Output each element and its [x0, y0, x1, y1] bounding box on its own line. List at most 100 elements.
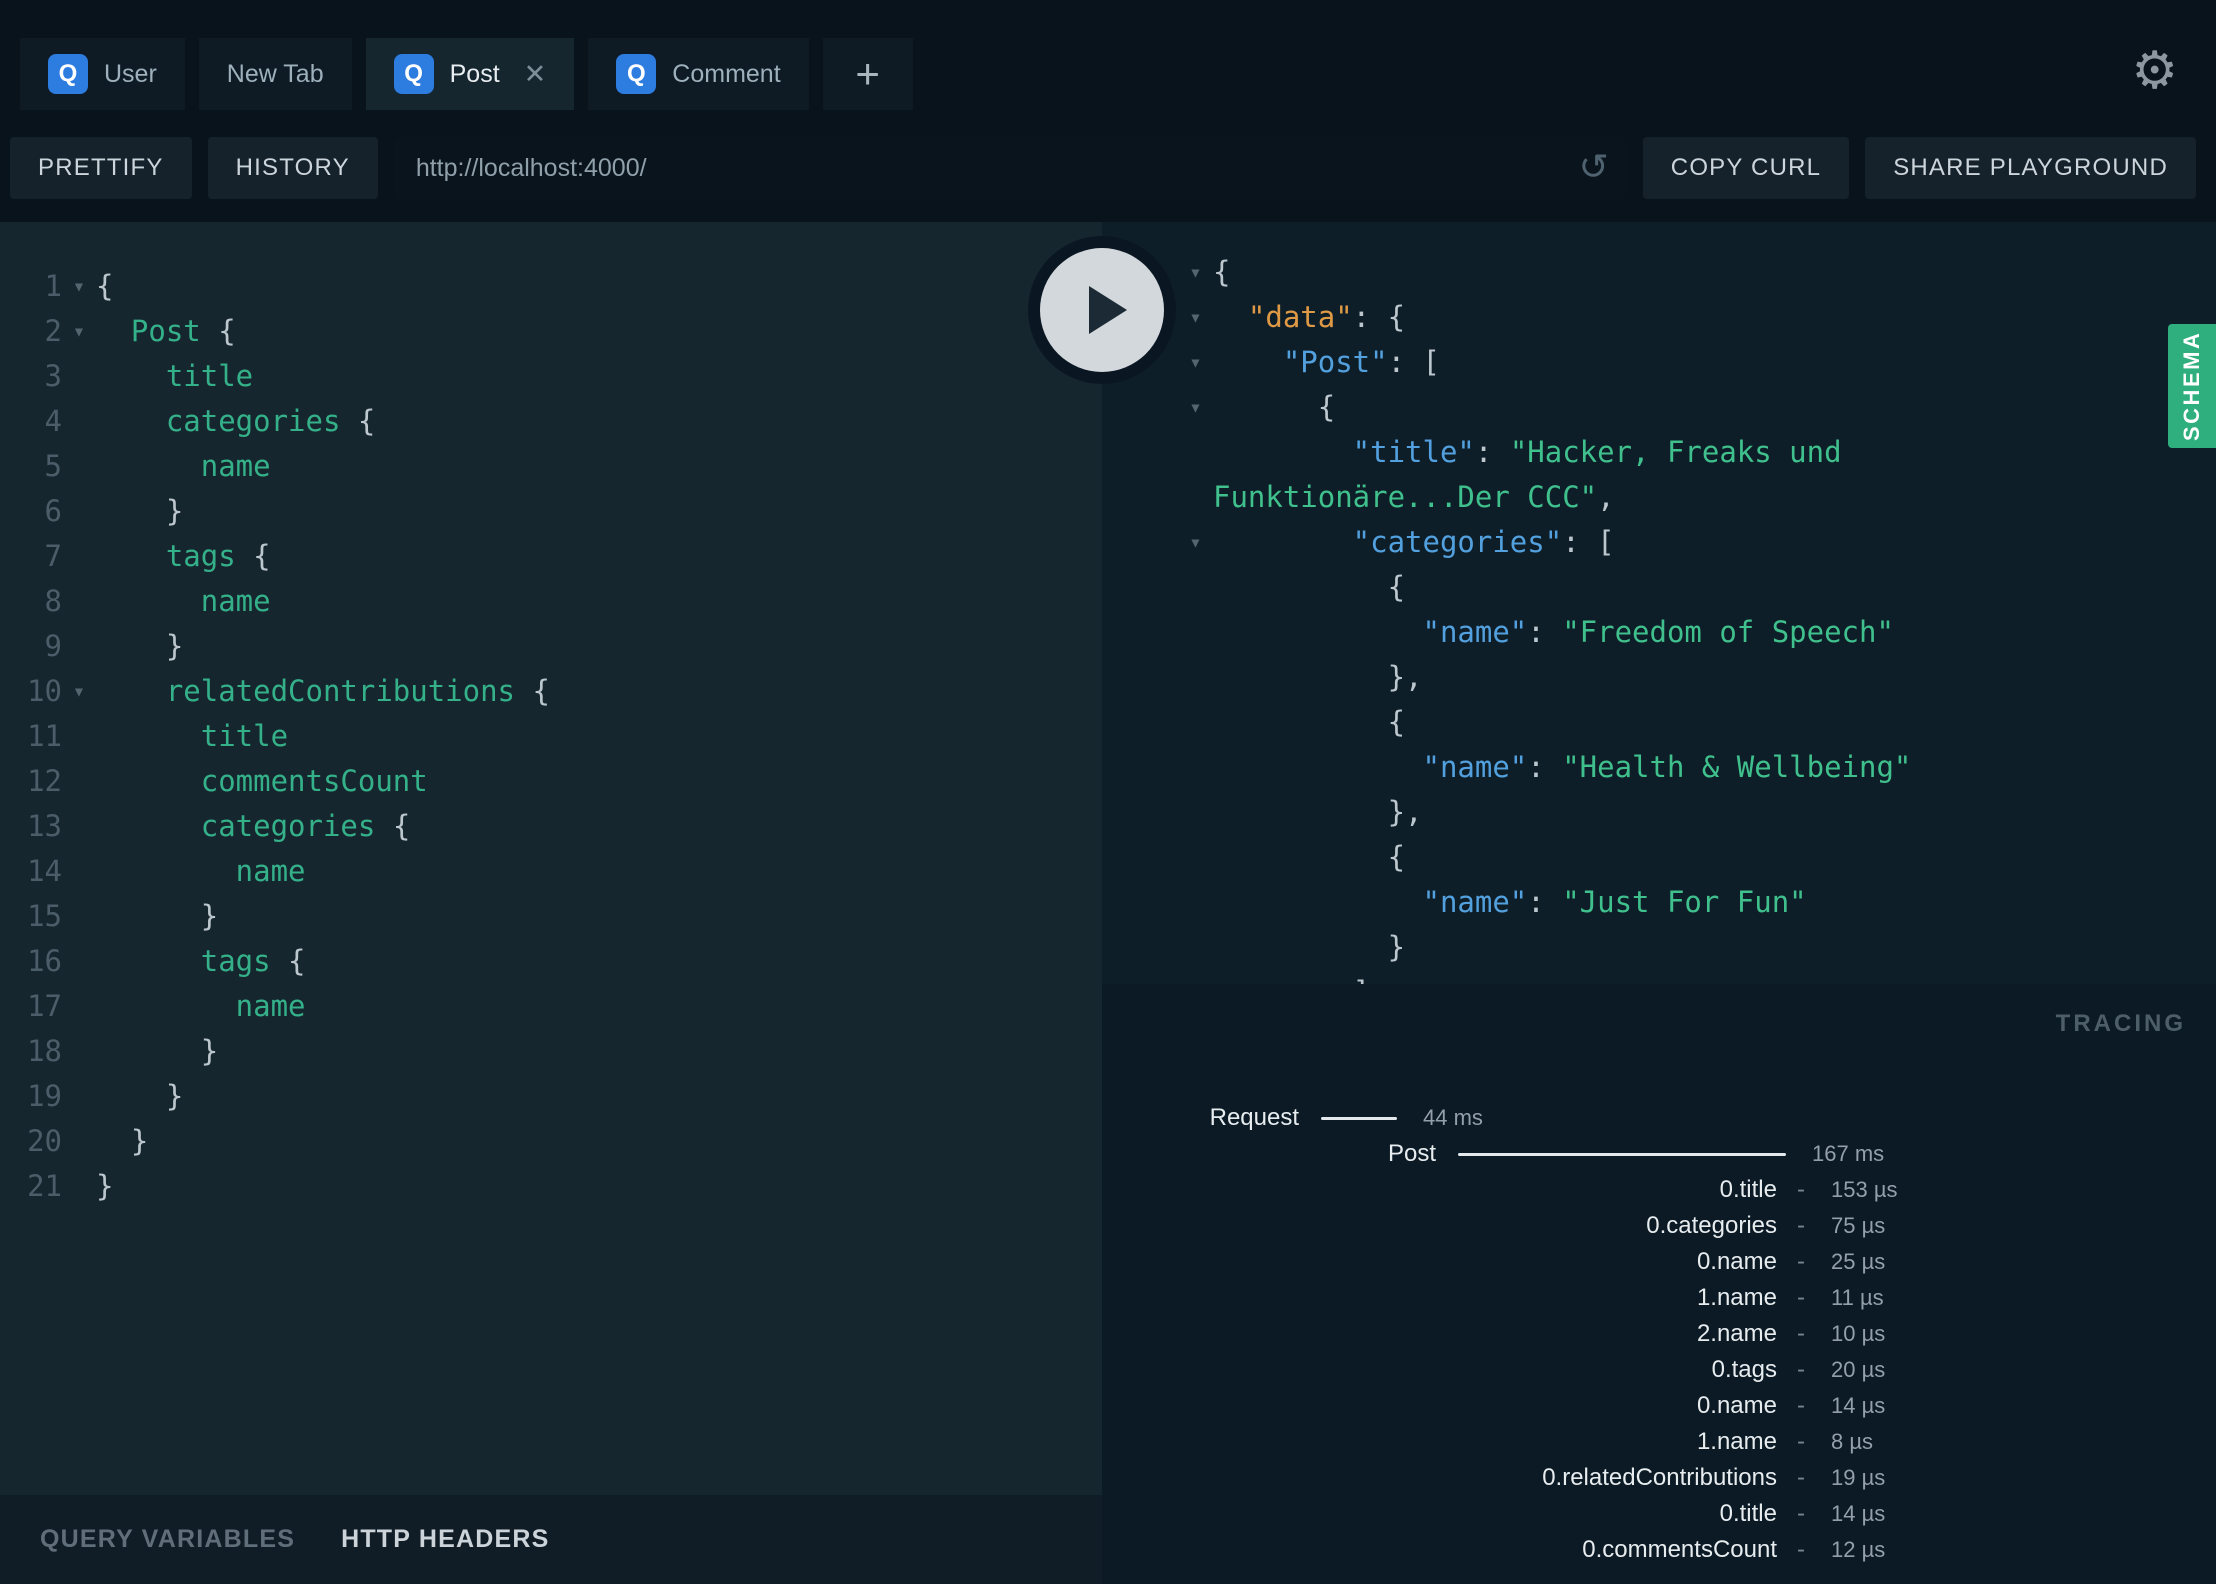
editor-line: 5 name: [0, 444, 1102, 489]
tracing-label: 0.commentsCount: [1582, 1536, 1777, 1563]
editor-line: 11 title: [0, 714, 1102, 759]
code-text: }: [130, 1124, 149, 1158]
http-headers-tab[interactable]: HTTP HEADERS: [341, 1525, 549, 1554]
tab-post[interactable]: Q Post ✕: [365, 38, 575, 110]
fold-gutter: [1178, 565, 1213, 610]
tracing-dash: -: [1797, 1176, 1805, 1203]
tracing-dash: -: [1797, 1356, 1805, 1383]
endpoint-input[interactable]: [393, 137, 1627, 199]
tab-label: New Tab: [226, 59, 324, 88]
fold-gutter: [62, 939, 96, 984]
editor-line: 2 ▾ Post {: [0, 309, 1102, 354]
code-text: name: [200, 584, 271, 618]
tracing-dash: -: [1797, 1320, 1805, 1347]
editor-line: 10 ▾ relatedContributions {: [0, 669, 1102, 714]
tracing-time: 167 ms: [1812, 1141, 1885, 1166]
response-line: },: [1178, 655, 2216, 700]
query-variables-tab[interactable]: QUERY VARIABLES: [40, 1525, 295, 1554]
tab-comment[interactable]: Q Comment: [588, 38, 809, 110]
copy-curl-button[interactable]: COPY CURL: [1642, 137, 1850, 199]
line-number: 21: [27, 1169, 62, 1203]
add-tab-button[interactable]: +: [822, 38, 913, 110]
fold-gutter: [62, 894, 96, 939]
query-editor[interactable]: 1 ▾{2 ▾ Post {3 title 4 categories {5 name 6} 7 ta…: [0, 222, 1102, 1495]
fold-gutter: [1178, 925, 1213, 970]
line-number: 6: [44, 494, 62, 528]
line-number: 18: [27, 1034, 62, 1068]
fold-arrow-icon[interactable]: ▾: [1178, 385, 1213, 430]
code-text: name: [235, 854, 306, 888]
tracing-row: 0.relatedContributions - 19 µs: [1102, 1460, 2216, 1496]
tracing-label: 0.title: [1719, 1500, 1777, 1527]
fold-arrow-icon[interactable]: ▾: [62, 264, 96, 309]
tracing-row: 0.categories - 75 µs: [1102, 1208, 2216, 1244]
tracing-time: 153 µs: [1831, 1177, 1898, 1202]
endpoint-url-wrap: ↺: [393, 137, 1627, 199]
query-editor-lines: 1 ▾{2 ▾ Post {3 title 4 categories {5 name 6} 7 ta…: [0, 222, 1102, 1209]
tracing-label: 2.name: [1696, 1320, 1777, 1347]
fold-arrow-icon[interactable]: ▾: [1178, 520, 1213, 565]
code-text: {: [1317, 390, 1336, 424]
settings-gear-icon[interactable]: ⚙: [2131, 38, 2178, 110]
line-number: 19: [27, 1079, 62, 1113]
code-text: "name": "Freedom of Speech": [1422, 615, 1894, 649]
tab-new-tab[interactable]: New Tab: [198, 38, 352, 110]
tracing-row: 0.name - 14 µs: [1102, 1388, 2216, 1424]
line-number: 10: [27, 674, 62, 708]
share-playground-button[interactable]: SHARE PLAYGROUND: [1865, 137, 2196, 199]
fold-gutter: [1178, 430, 1213, 475]
fold-arrow-icon[interactable]: ▾: [1178, 340, 1213, 385]
editor-line: 8 name: [0, 579, 1102, 624]
editor-line: 1 ▾{: [0, 264, 1102, 309]
response-line: ▾ "Post": [: [1178, 340, 2216, 385]
fold-gutter: [62, 354, 96, 399]
query-badge-icon: Q: [48, 54, 88, 94]
tracing-label: 0.name: [1696, 1392, 1777, 1419]
editor-footer-bar: QUERY VARIABLES HTTP HEADERS: [0, 1495, 1102, 1584]
editor-line: 14 name: [0, 849, 1102, 894]
tab-label: User: [104, 59, 157, 88]
code-text: "Post": [: [1282, 345, 1440, 379]
line-number: 17: [27, 989, 62, 1023]
fold-arrow-icon[interactable]: ▾: [62, 309, 96, 354]
line-number: 1: [44, 269, 62, 303]
code-text: Post {: [130, 314, 236, 348]
line-number: 12: [27, 764, 62, 798]
query-badge-icon: Q: [393, 54, 434, 94]
tab-user[interactable]: Q User: [20, 38, 185, 110]
response-lines: ▾{▾ "data": {▾ "Post": [▾{"title": "Hacker…: [1102, 222, 2216, 984]
tracing-row: 1.name - 11 µs: [1102, 1280, 2216, 1316]
fold-gutter: [1178, 700, 1213, 745]
tracing-time: 19 µs: [1831, 1465, 1886, 1490]
tracing-time: 20 µs: [1831, 1357, 1886, 1382]
code-text: commentsCount: [200, 764, 428, 798]
tab-bar: Q User New Tab Q Post ✕ Q Comment + ⚙: [20, 38, 2196, 110]
editor-line: 7 tags {: [0, 534, 1102, 579]
schema-tab[interactable]: SCHEMA: [2168, 324, 2216, 448]
fold-gutter: [62, 1119, 96, 1164]
reload-icon[interactable]: ↺: [1579, 146, 1609, 188]
execute-button[interactable]: [1040, 248, 1164, 372]
fold-arrow-icon[interactable]: ▾: [1178, 250, 1213, 295]
line-number: 20: [27, 1124, 62, 1158]
prettify-button[interactable]: PRETTIFY: [10, 137, 192, 199]
editor-line: 21}: [0, 1164, 1102, 1209]
editor-line: 20}: [0, 1119, 1102, 1164]
line-number: 2: [44, 314, 62, 348]
close-tab-icon[interactable]: ✕: [524, 59, 547, 90]
line-number: 11: [27, 719, 62, 753]
response-line: "name": "Health & Wellbeing": [1178, 745, 2216, 790]
code-text: categories {: [200, 809, 411, 843]
fold-arrow-icon[interactable]: ▾: [62, 669, 96, 714]
fold-arrow-icon[interactable]: ▾: [1178, 295, 1213, 340]
response-line: {: [1178, 700, 2216, 745]
tracing-label: 1.name: [1696, 1284, 1777, 1311]
history-button[interactable]: HISTORY: [207, 137, 378, 199]
tracing-row: 1.name - 8 µs: [1102, 1424, 2216, 1460]
tracing-dash: -: [1797, 1212, 1805, 1239]
playground-main: 1 ▾{2 ▾ Post {3 title 4 categories {5 name 6} 7 ta…: [0, 222, 2216, 1584]
tracing-label: 0.name: [1696, 1248, 1777, 1275]
response-line: ▾{: [1178, 385, 2216, 430]
tracing-row: 0.commentsCount - 12 µs: [1102, 1532, 2216, 1568]
code-text: name: [235, 989, 306, 1023]
